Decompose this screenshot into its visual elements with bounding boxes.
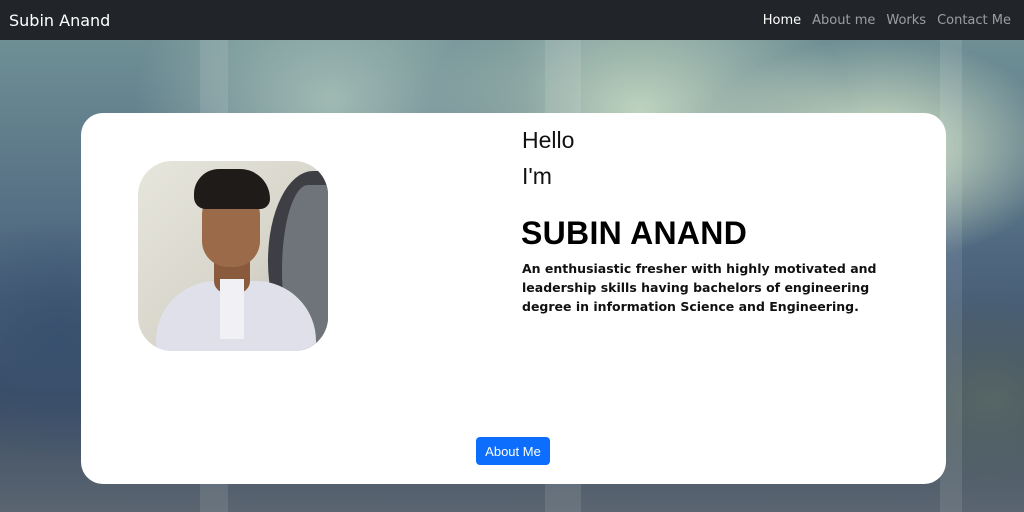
nav-link-home[interactable]: Home — [763, 13, 801, 28]
nav-link-contact-me[interactable]: Contact Me — [937, 13, 1011, 28]
intro-card: Hello I'm SUBIN ANAND An enthusiastic fr… — [81, 113, 946, 484]
greeting-heading: Hello — [522, 127, 575, 153]
intro-heading: I'm — [522, 163, 552, 189]
nav-link-works[interactable]: Works — [886, 13, 926, 28]
about-me-button[interactable]: About Me — [476, 437, 550, 465]
profile-description: An enthusiastic fresher with highly moti… — [522, 261, 877, 314]
photo-hair — [194, 169, 270, 209]
profile-photo — [138, 161, 328, 351]
nav-link-about-me[interactable]: About me — [812, 13, 875, 28]
brand-link[interactable]: Subin Anand — [9, 11, 110, 30]
photo-collar — [220, 279, 244, 339]
profile-name-heading: SUBIN ANAND — [521, 215, 748, 251]
nav-links: Home About me Works Contact Me — [763, 13, 1011, 28]
top-navbar: Subin Anand Home About me Works Contact … — [0, 0, 1024, 40]
